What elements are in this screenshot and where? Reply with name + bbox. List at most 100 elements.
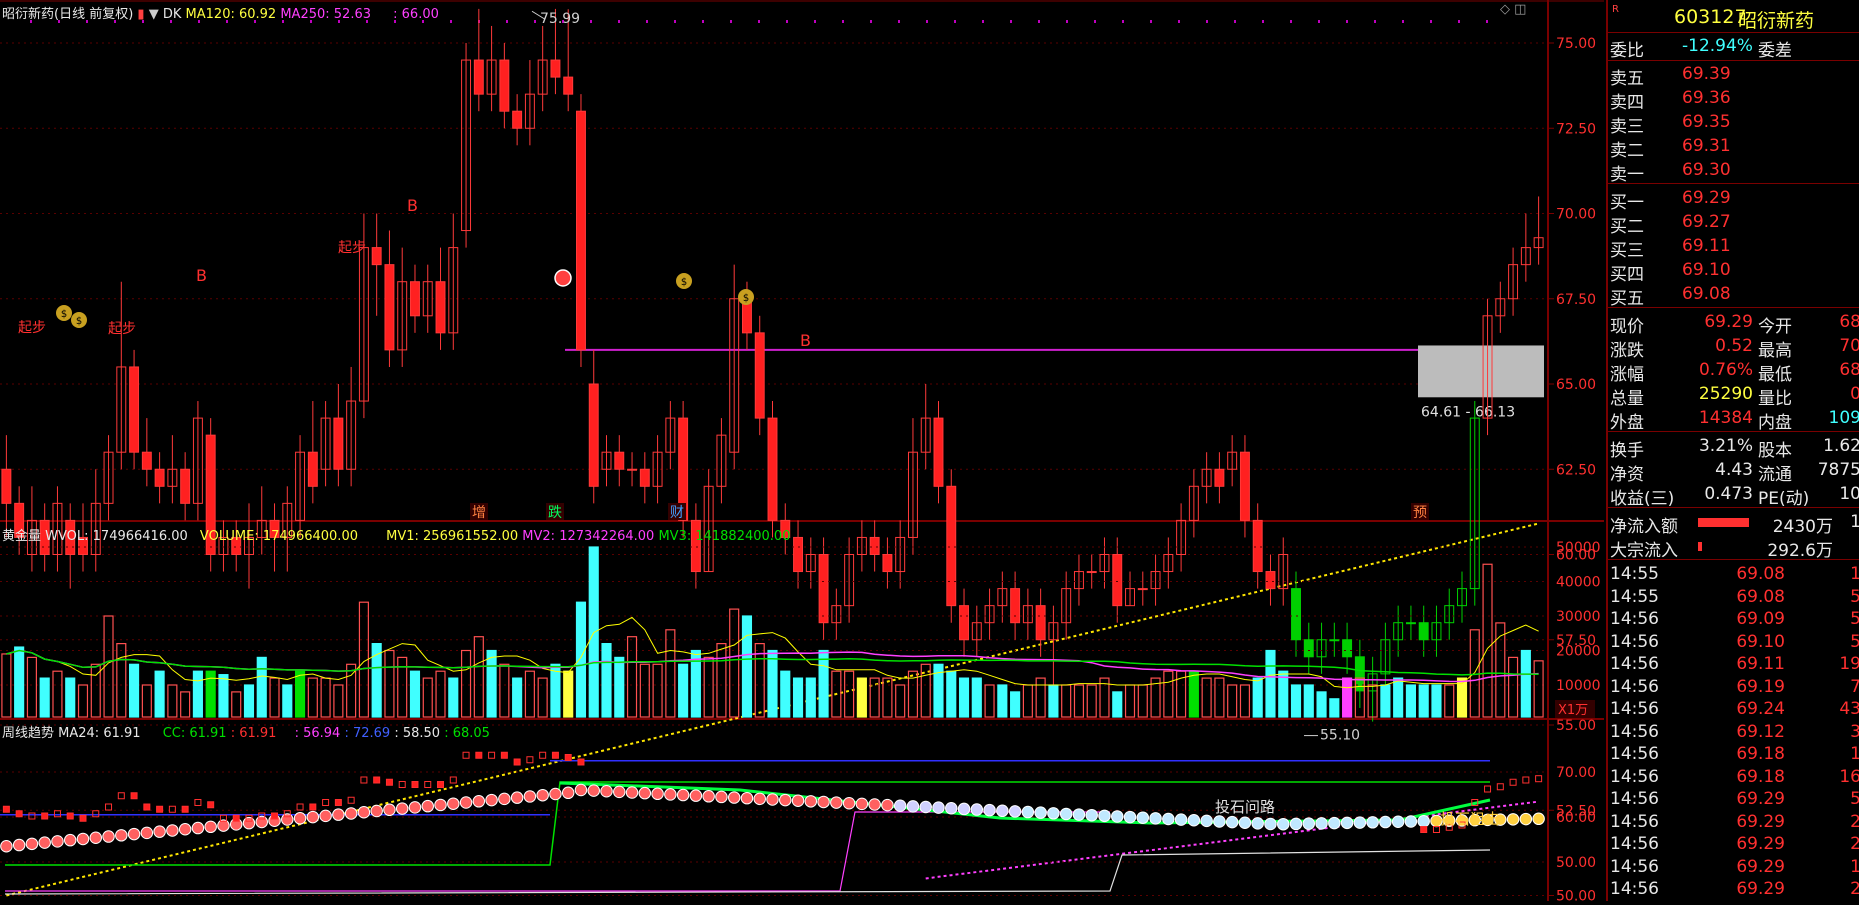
volume-bar[interactable] [1444,684,1455,718]
volume-bar[interactable] [154,670,165,718]
volume-bar[interactable] [639,663,650,718]
window-toggle-icon[interactable]: ◫ [1514,2,1526,17]
candle-body[interactable] [946,485,957,607]
candle-body[interactable] [1239,451,1250,521]
candle-body[interactable] [1405,622,1416,625]
volume-bar[interactable] [601,642,612,718]
candle-body[interactable] [933,417,944,487]
volume-bar[interactable] [1316,691,1327,718]
volume-bar[interactable] [1342,677,1353,718]
candle-body[interactable] [576,110,586,351]
candle-body[interactable] [1265,571,1276,590]
candle-body[interactable] [1291,588,1301,641]
volume-bar[interactable] [805,677,816,718]
candle-body[interactable] [154,468,165,487]
volume-bar[interactable] [754,642,765,718]
volume-bar[interactable] [256,656,267,718]
candle-body[interactable] [1,468,12,504]
volume-bar[interactable] [243,684,255,718]
volume-bar[interactable] [1418,684,1429,718]
diamond-icon[interactable]: ◇ [1500,2,1510,17]
price-zone-box[interactable] [1418,345,1544,398]
volume-bar[interactable] [282,684,293,718]
candle-body[interactable] [1010,588,1021,624]
candle-body[interactable] [588,383,599,487]
candle-body[interactable] [767,417,778,521]
candle-body[interactable] [1303,639,1314,658]
candle-body[interactable] [1342,639,1353,658]
volume-bar[interactable] [1495,622,1506,718]
volume-bar[interactable] [1112,691,1123,718]
candle-body[interactable] [384,264,395,351]
candle-body[interactable] [639,468,650,487]
volume-bar[interactable] [741,615,753,718]
volume-bar[interactable] [1431,684,1442,718]
candle-body[interactable] [1418,622,1429,641]
candle-body[interactable] [550,59,561,78]
volume-bar[interactable] [26,656,37,718]
volume-bar[interactable] [1482,563,1493,718]
volume-bar[interactable] [320,677,331,718]
volume-bar[interactable] [1201,677,1212,718]
volume-bar[interactable] [1061,684,1072,718]
volume-bar[interactable] [116,642,127,718]
volume-bar[interactable] [52,670,63,718]
volume-bar[interactable] [678,663,689,718]
candle-body[interactable] [141,451,152,470]
volume-indicator-name[interactable]: 黄金量 [2,529,41,544]
volume-bar[interactable] [1329,698,1340,718]
volume-bar[interactable] [818,649,829,718]
volume-bar[interactable] [767,649,778,718]
volume-bar[interactable] [512,677,523,718]
volume-bar[interactable] [1393,677,1404,718]
volume-bar[interactable] [307,677,318,718]
volume-bar[interactable] [1533,660,1544,718]
volume-bar[interactable] [1303,684,1314,718]
volume-bar[interactable] [703,656,714,718]
volume-bar[interactable] [1035,677,1046,718]
volume-bar[interactable] [333,684,344,718]
trend-indicator-name[interactable]: 周线趋势 [2,726,54,741]
volume-bar[interactable] [550,663,561,718]
candle-body[interactable] [1354,656,1365,692]
volume-bar[interactable] [384,649,395,718]
volume-bar[interactable] [716,642,727,718]
volume-bar[interactable] [1265,649,1276,718]
volume-bar[interactable] [294,670,306,718]
volume-bar[interactable] [1508,656,1519,718]
candle-body[interactable] [180,468,191,504]
volume-bar[interactable] [141,684,152,718]
volume-bar[interactable] [1163,670,1174,718]
volume-bar[interactable] [844,670,855,718]
volume-bar[interactable] [524,670,535,718]
candle-body[interactable] [882,554,893,573]
volume-bar[interactable] [1048,684,1059,718]
candle-body[interactable] [1112,554,1123,607]
candle-body[interactable] [307,451,318,487]
volume-bar[interactable] [563,670,574,718]
volume-bar[interactable] [984,684,995,718]
volume-bar[interactable] [77,684,89,718]
candle-body[interactable] [1035,605,1046,641]
candle-body[interactable] [1214,468,1225,487]
candle-body[interactable] [959,605,969,641]
volume-bar[interactable] [997,684,1008,718]
volume-bar[interactable] [665,629,676,718]
volume-bar[interactable] [626,636,638,718]
candle-body[interactable] [333,417,344,470]
volume-bar[interactable] [65,677,76,718]
volume-bar[interactable] [1086,684,1097,718]
candle-body[interactable] [614,451,625,470]
volume-bar[interactable] [958,677,970,718]
volume-bar[interactable] [14,646,25,718]
volume-bar[interactable] [882,677,893,718]
volume-bar[interactable] [486,649,497,718]
volume-bar[interactable] [129,663,140,718]
candle-body[interactable] [473,59,484,95]
volume-bar[interactable] [269,677,280,718]
volume-bar[interactable] [575,601,587,718]
candle-body[interactable] [793,536,804,573]
volume-bar[interactable] [473,636,484,718]
volume-bar[interactable] [192,670,203,718]
volume-bar[interactable] [614,656,625,718]
